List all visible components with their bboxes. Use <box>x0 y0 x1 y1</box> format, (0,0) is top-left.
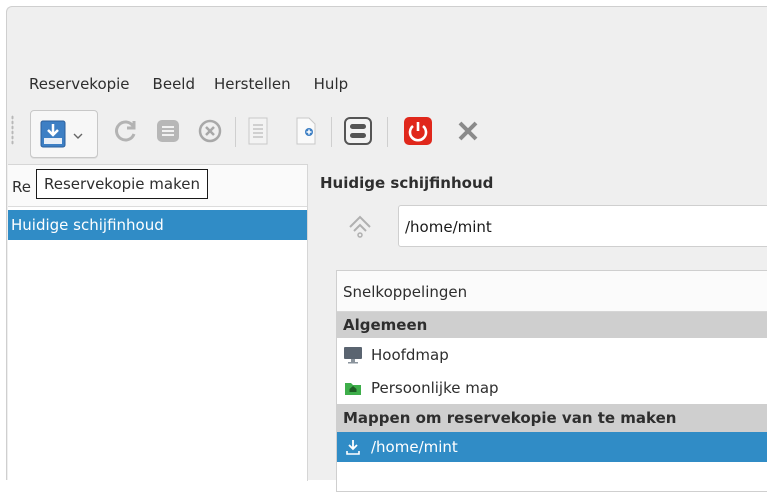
toolbar <box>7 101 767 163</box>
chevron-down-icon[interactable] <box>73 127 83 145</box>
list-item-label: Persoonlijke map <box>371 378 499 397</box>
menu-bar: Reservekopie Beeld Herstellen Hulp <box>7 69 767 99</box>
toolbar-separator <box>387 117 388 147</box>
new-document-icon <box>295 117 317 149</box>
monitor-icon <box>343 346 363 364</box>
refresh-icon <box>113 118 139 148</box>
path-input[interactable]: /home/mint <box>398 205 767 247</box>
cancel-circle-icon <box>198 119 222 147</box>
document-icon <box>247 117 269 149</box>
list-item-hoofdmap[interactable]: Hoofdmap <box>337 338 767 371</box>
list-icon <box>155 118 181 148</box>
toolbar-separator <box>235 117 236 147</box>
menu-hulp[interactable]: Hulp <box>314 75 357 93</box>
cancel-button[interactable] <box>189 110 231 156</box>
main-pane: Huidige schijfinhoud /home/mint Snelkopp… <box>308 164 767 492</box>
menu-herstellen[interactable]: Herstellen <box>214 75 300 93</box>
tooltip: Reservekopie maken <box>36 169 208 199</box>
backup-now-button[interactable] <box>30 110 98 158</box>
path-row: /home/mint <box>308 201 767 251</box>
list-item-label: /home/mint <box>371 438 458 456</box>
refresh-button[interactable] <box>105 110 147 156</box>
close-x-icon <box>457 120 479 146</box>
download-folder-icon <box>343 438 363 456</box>
settings-button[interactable] <box>337 110 379 156</box>
document-button[interactable] <box>237 110 279 156</box>
menu-reservekopie[interactable]: Reservekopie <box>29 75 139 93</box>
sidebar-item-huidige-schijfinhoud[interactable]: Huidige schijfinhoud <box>8 210 307 240</box>
list-item-home-mint[interactable]: /home/mint <box>337 432 767 462</box>
log-button[interactable] <box>147 110 189 156</box>
power-icon <box>403 116 433 150</box>
group-header-algemeen: Algemeen <box>337 312 767 338</box>
quit-button[interactable] <box>447 110 489 156</box>
up-directory-icon[interactable] <box>348 213 372 243</box>
toggle-settings-icon <box>343 116 373 150</box>
menu-beeld[interactable]: Beeld <box>153 75 204 93</box>
new-document-button[interactable] <box>285 110 327 156</box>
group-header-mappen: Mappen om reservekopie van te maken <box>337 404 767 432</box>
list-item-label: Hoofdmap <box>371 345 449 364</box>
shutdown-button[interactable] <box>397 110 439 156</box>
toolbar-grip[interactable] <box>11 115 14 145</box>
home-folder-icon <box>343 379 363 397</box>
app-window: Reservekopie Beeld Herstellen Hulp Re Hu… <box>6 6 767 492</box>
places-list: Snelkoppelingen Algemeen Hoofdmap Persoo… <box>336 270 767 492</box>
toolbar-separator <box>331 117 332 147</box>
sidebar: Re Huidige schijfinhoud <box>8 164 308 481</box>
backup-drive-icon <box>40 120 66 152</box>
list-item-persoonlijke-map[interactable]: Persoonlijke map <box>337 371 767 404</box>
places-header[interactable]: Snelkoppelingen <box>337 271 767 312</box>
page-title: Huidige schijfinhoud <box>320 174 494 192</box>
